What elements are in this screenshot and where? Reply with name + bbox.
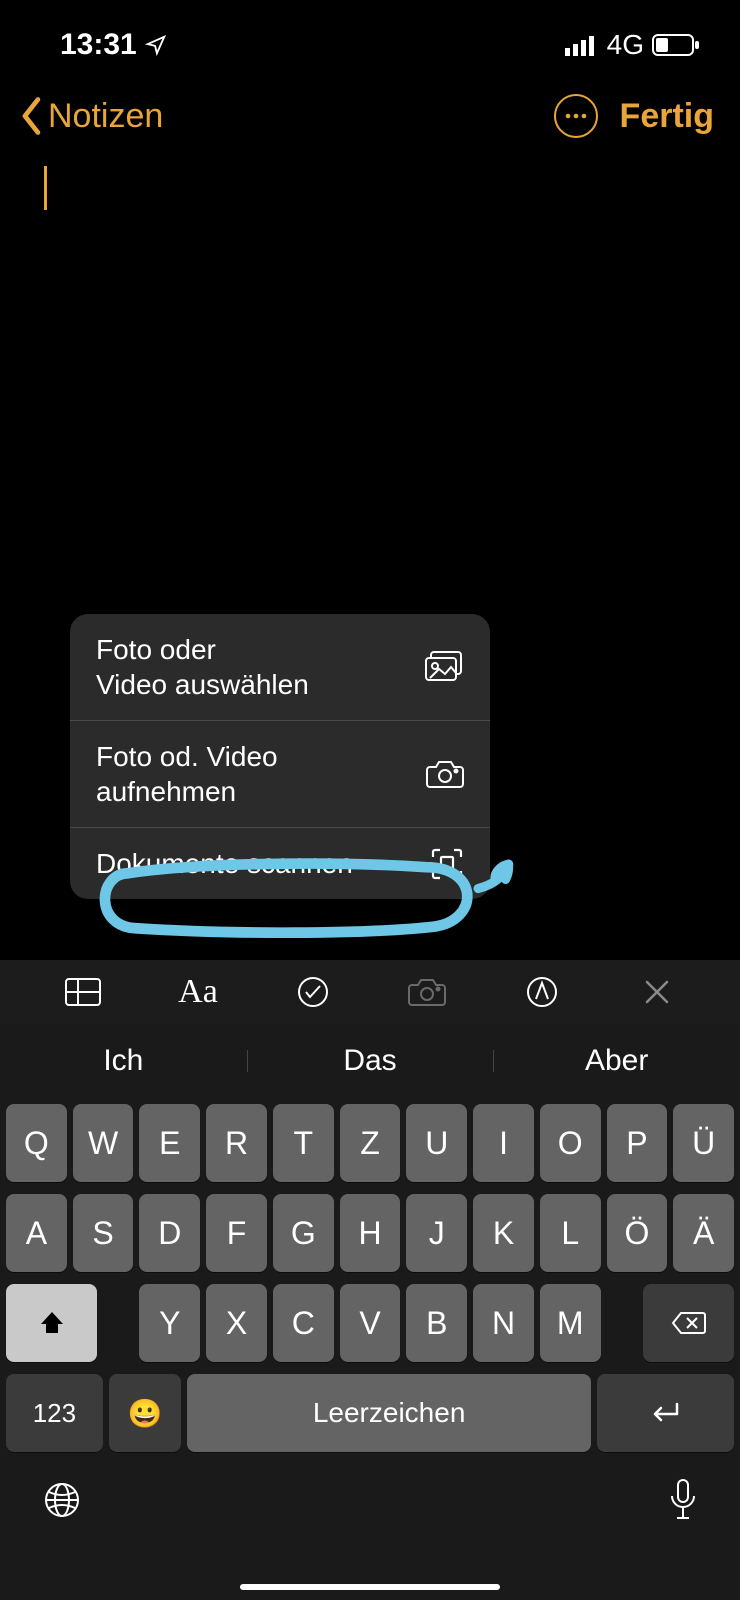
scan-icon xyxy=(430,847,464,881)
suggestion-1[interactable]: Ich xyxy=(0,1044,247,1078)
key-k[interactable]: K xyxy=(473,1194,534,1272)
key-j[interactable]: J xyxy=(406,1194,467,1272)
photo-icon xyxy=(424,651,464,683)
text-cursor xyxy=(44,166,47,210)
key-i[interactable]: I xyxy=(473,1104,534,1182)
key-u[interactable]: U xyxy=(406,1104,467,1182)
numeric-key[interactable]: 123 xyxy=(6,1374,103,1452)
shift-icon xyxy=(38,1309,66,1337)
key-o[interactable]: O xyxy=(540,1104,601,1182)
key-l[interactable]: L xyxy=(540,1194,601,1272)
checklist-button[interactable] xyxy=(293,972,333,1012)
key-p[interactable]: P xyxy=(607,1104,668,1182)
key-oe[interactable]: Ö xyxy=(607,1194,668,1272)
key-x[interactable]: X xyxy=(206,1284,267,1362)
back-label: Notizen xyxy=(48,97,163,136)
status-time: 13:31 xyxy=(60,28,137,62)
suggestion-bar: Ich Das Aber xyxy=(0,1024,740,1098)
suggestion-2[interactable]: Das xyxy=(247,1044,494,1078)
signal-icon xyxy=(565,34,599,56)
globe-key[interactable] xyxy=(42,1480,82,1520)
chevron-left-icon xyxy=(18,96,46,136)
text-format-icon: Aa xyxy=(178,973,218,1011)
key-t[interactable]: T xyxy=(273,1104,334,1182)
camera-button[interactable] xyxy=(407,972,447,1012)
camera-icon xyxy=(426,759,464,789)
key-d[interactable]: D xyxy=(139,1194,200,1272)
menu-item-label: Foto oder Video auswählen xyxy=(96,632,424,702)
menu-item-label: Dokumente scannen xyxy=(96,846,430,881)
emoji-key[interactable]: 😀 xyxy=(109,1374,182,1452)
key-b[interactable]: B xyxy=(406,1284,467,1362)
more-button[interactable] xyxy=(554,94,598,138)
table-button[interactable] xyxy=(63,972,103,1012)
close-icon xyxy=(643,978,671,1006)
key-z[interactable]: Z xyxy=(340,1104,401,1182)
key-ue[interactable]: Ü xyxy=(673,1104,734,1182)
key-row-1: Q W E R T Z U I O P Ü xyxy=(0,1098,740,1188)
location-icon xyxy=(145,34,167,56)
key-n[interactable]: N xyxy=(473,1284,534,1362)
key-g[interactable]: G xyxy=(273,1194,334,1272)
emoji-icon: 😀 xyxy=(128,1397,163,1430)
note-toolbar: Aa xyxy=(0,960,740,1024)
note-editor[interactable] xyxy=(0,148,740,208)
key-v[interactable]: V xyxy=(340,1284,401,1362)
key-r[interactable]: R xyxy=(206,1104,267,1182)
key-row-4: 123 😀 Leerzeichen xyxy=(0,1368,740,1458)
backspace-key[interactable] xyxy=(643,1284,734,1362)
key-a[interactable]: A xyxy=(6,1194,67,1272)
markup-button[interactable] xyxy=(522,972,562,1012)
status-left: 13:31 xyxy=(60,28,167,62)
menu-item-scan-documents[interactable]: Dokumente scannen xyxy=(70,827,490,899)
battery-icon xyxy=(652,34,700,56)
table-icon xyxy=(64,977,102,1007)
back-button[interactable]: Notizen xyxy=(18,96,163,136)
close-toolbar-button[interactable] xyxy=(637,972,677,1012)
network-label: 4G xyxy=(607,29,644,61)
keyboard: Ich Das Aber Q W E R T Z U I O P Ü A S D… xyxy=(0,1024,740,1600)
nav-bar: Notizen Fertig xyxy=(0,72,740,148)
menu-item-take-photo[interactable]: Foto od. Video aufnehmen xyxy=(70,720,490,827)
key-ae[interactable]: Ä xyxy=(673,1194,734,1272)
camera-menu-popover: Foto oder Video auswählen Foto od. Video… xyxy=(70,614,490,899)
keyboard-bottom xyxy=(0,1458,740,1522)
status-bar: 13:31 4G xyxy=(0,0,740,72)
home-indicator[interactable] xyxy=(240,1584,500,1590)
ellipsis-icon xyxy=(564,112,588,120)
key-row-2: A S D F G H J K L Ö Ä xyxy=(0,1188,740,1278)
backspace-icon xyxy=(671,1310,707,1336)
menu-item-choose-photo[interactable]: Foto oder Video auswählen xyxy=(70,614,490,720)
key-w[interactable]: W xyxy=(73,1104,134,1182)
text-format-button[interactable]: Aa xyxy=(178,972,218,1012)
status-right: 4G xyxy=(565,29,700,61)
checkmark-circle-icon xyxy=(296,975,330,1009)
markup-icon xyxy=(525,975,559,1009)
key-y[interactable]: Y xyxy=(139,1284,200,1362)
key-row-3: Y X C V B N M xyxy=(0,1278,740,1368)
dictation-key[interactable] xyxy=(668,1478,698,1522)
shift-key[interactable] xyxy=(6,1284,97,1362)
key-m[interactable]: M xyxy=(540,1284,601,1362)
key-c[interactable]: C xyxy=(273,1284,334,1362)
key-e[interactable]: E xyxy=(139,1104,200,1182)
menu-item-label: Foto od. Video aufnehmen xyxy=(96,739,426,809)
return-key[interactable] xyxy=(597,1374,734,1452)
key-f[interactable]: F xyxy=(206,1194,267,1272)
key-q[interactable]: Q xyxy=(6,1104,67,1182)
suggestion-3[interactable]: Aber xyxy=(493,1044,740,1078)
done-button[interactable]: Fertig xyxy=(620,97,714,136)
key-h[interactable]: H xyxy=(340,1194,401,1272)
space-key[interactable]: Leerzeichen xyxy=(187,1374,590,1452)
return-icon xyxy=(647,1400,683,1426)
key-s[interactable]: S xyxy=(73,1194,134,1272)
camera-icon xyxy=(408,977,446,1007)
